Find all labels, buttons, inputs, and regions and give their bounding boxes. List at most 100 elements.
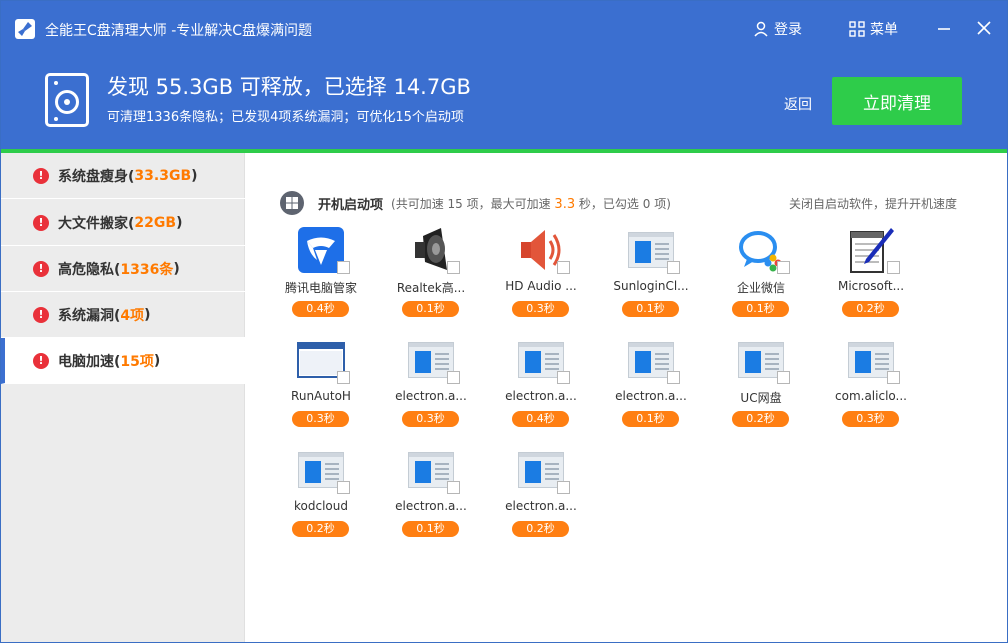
item-checkbox[interactable] bbox=[557, 371, 570, 384]
sidebar-item-label: 高危隐私( bbox=[58, 261, 121, 278]
sidebar-item-vulnerabilities[interactable]: ! 系统漏洞(4项) bbox=[1, 292, 245, 338]
startup-item[interactable]: UC网盘 0.2秒 bbox=[716, 335, 806, 437]
scan-subline: 可清理1336条隐私；已发现4项系统漏洞；可优化15个启动项 bbox=[107, 110, 464, 125]
startup-item[interactable]: Realtek高... 0.1秒 bbox=[386, 225, 476, 327]
login-button[interactable]: 登录 bbox=[753, 18, 802, 40]
startup-item[interactable]: com.aliclo... 0.3秒 bbox=[826, 335, 916, 437]
sidebar-item-label: 电脑加速( bbox=[58, 353, 121, 370]
app-window: 全能王C盘清理大师 -专业解决C盘爆满问题 登录 菜单 发现 55.3GB 可释… bbox=[0, 0, 1008, 643]
warning-icon: ! bbox=[33, 260, 49, 277]
item-checkbox[interactable] bbox=[887, 371, 900, 384]
clean-now-button[interactable]: 立即清理 bbox=[832, 77, 962, 125]
startup-item[interactable]: electron.a... 0.2秒 bbox=[496, 445, 586, 547]
title-bar: 全能王C盘清理大师 -专业解决C盘爆满问题 登录 菜单 bbox=[1, 1, 1007, 53]
startup-time-badge: 0.1秒 bbox=[732, 301, 789, 317]
warning-icon: ! bbox=[33, 352, 49, 369]
grid-menu-icon bbox=[849, 21, 865, 37]
startup-time-badge: 0.1秒 bbox=[402, 521, 459, 537]
startup-item-name: HD Audio ... bbox=[505, 279, 577, 293]
startup-item-name: Microsoft... bbox=[837, 279, 905, 293]
startup-item[interactable]: 企业微信 0.1秒 bbox=[716, 225, 806, 327]
startup-item-name: electron.a... bbox=[615, 389, 687, 403]
app-title: 全能王C盘清理大师 -专业解决C盘爆满问题 bbox=[45, 23, 313, 39]
sidebar-item-system-disk[interactable]: ! 系统盘瘦身(33.3GB) bbox=[1, 153, 245, 199]
startup-item-name: electron.a... bbox=[395, 389, 467, 403]
startup-item[interactable]: kodcloud 0.2秒 bbox=[276, 445, 366, 547]
broom-logo-icon bbox=[15, 19, 35, 39]
main-panel: 开机启动项 (共可加速 15 项，最大可加速 3.3 秒，已勾选 0 项) 关闭… bbox=[246, 153, 1007, 642]
startup-item[interactable]: SunloginCl... 0.1秒 bbox=[606, 225, 696, 327]
menu-label: 菜单 bbox=[870, 22, 898, 38]
section-header: 开机启动项 (共可加速 15 项，最大可加速 3.3 秒，已勾选 0 项) bbox=[280, 191, 671, 215]
startup-item[interactable]: electron.a... 0.4秒 bbox=[496, 335, 586, 437]
sidebar-item-label: 系统漏洞( bbox=[58, 307, 121, 324]
item-checkbox[interactable] bbox=[777, 261, 790, 274]
sidebar-item-large-files[interactable]: ! 大文件搬家(22GB) bbox=[1, 200, 245, 246]
login-label: 登录 bbox=[774, 22, 802, 38]
startup-time-badge: 0.4秒 bbox=[512, 411, 569, 427]
startup-item-name: Realtek高... bbox=[396, 281, 466, 295]
item-checkbox[interactable] bbox=[447, 261, 460, 274]
sidebar-item-count: 1336条 bbox=[120, 261, 174, 278]
startup-item[interactable]: electron.a... 0.3秒 bbox=[386, 335, 476, 437]
startup-time-badge: 0.1秒 bbox=[622, 411, 679, 427]
startup-time-badge: 0.2秒 bbox=[842, 301, 899, 317]
max-speedup-value: 3.3 bbox=[554, 196, 576, 212]
startup-item[interactable]: 腾讯电脑管家 0.4秒 bbox=[276, 225, 366, 327]
startup-time-badge: 0.2秒 bbox=[512, 521, 569, 537]
startup-item[interactable]: RunAutoH 0.3秒 bbox=[276, 335, 366, 437]
header: 全能王C盘清理大师 -专业解决C盘爆满问题 登录 菜单 发现 55.3GB 可释… bbox=[1, 1, 1007, 149]
startup-time-badge: 0.2秒 bbox=[292, 521, 349, 537]
startup-item[interactable]: Microsoft... 0.2秒 bbox=[826, 225, 916, 327]
user-icon bbox=[754, 21, 768, 37]
startup-time-badge: 0.3秒 bbox=[402, 411, 459, 427]
section-title: 开机启动项 bbox=[318, 197, 384, 213]
startup-time-badge: 0.4秒 bbox=[292, 301, 349, 317]
sidebar: ! 系统盘瘦身(33.3GB) ! 大文件搬家(22GB) ! 高危隐私(133… bbox=[1, 153, 245, 642]
startup-item-name: RunAutoH bbox=[291, 389, 351, 403]
startup-item[interactable]: electron.a... 0.1秒 bbox=[386, 445, 476, 547]
item-checkbox[interactable] bbox=[667, 261, 680, 274]
item-checkbox[interactable] bbox=[447, 371, 460, 384]
warning-icon: ! bbox=[33, 167, 49, 184]
startup-item-name: electron.a... bbox=[395, 499, 467, 513]
item-checkbox[interactable] bbox=[337, 481, 350, 494]
item-checkbox[interactable] bbox=[667, 371, 680, 384]
hard-disk-icon bbox=[45, 73, 89, 127]
sidebar-item-label: 系统盘瘦身( bbox=[58, 168, 135, 185]
minimize-icon[interactable] bbox=[935, 19, 953, 37]
sidebar-item-privacy[interactable]: ! 高危隐私(1336条) bbox=[1, 246, 245, 292]
startup-item[interactable]: HD Audio ... 0.3秒 bbox=[496, 225, 586, 327]
startup-time-badge: 0.3秒 bbox=[842, 411, 899, 427]
back-link[interactable]: 返回 bbox=[784, 94, 812, 114]
startup-item-name: electron.a... bbox=[505, 499, 577, 513]
sidebar-item-count: 22GB bbox=[134, 214, 177, 231]
section-info: (共可加速 15 项，最大可加速 3.3 秒，已勾选 0 项) bbox=[391, 196, 671, 212]
sidebar-item-count: 15项 bbox=[120, 353, 154, 370]
item-checkbox[interactable] bbox=[887, 261, 900, 274]
startup-item[interactable]: electron.a... 0.1秒 bbox=[606, 335, 696, 437]
sidebar-item-label: 大文件搬家( bbox=[58, 215, 135, 232]
sidebar-item-speedup[interactable]: ! 电脑加速(15项) bbox=[1, 338, 245, 384]
section-note: 关闭自启动软件，提升开机速度 bbox=[788, 197, 957, 211]
startup-time-badge: 0.1秒 bbox=[622, 301, 679, 317]
item-checkbox[interactable] bbox=[557, 261, 570, 274]
startup-item-name: kodcloud bbox=[294, 499, 348, 513]
startup-item-name: 腾讯电脑管家 bbox=[284, 281, 357, 295]
startup-item-name: electron.a... bbox=[505, 389, 577, 403]
close-icon[interactable] bbox=[975, 19, 993, 37]
warning-icon: ! bbox=[33, 214, 49, 231]
startup-item-name: UC网盘 bbox=[740, 391, 782, 405]
startup-time-badge: 0.1秒 bbox=[402, 301, 459, 317]
item-checkbox[interactable] bbox=[777, 371, 790, 384]
warning-icon: ! bbox=[33, 306, 49, 323]
menu-button[interactable]: 菜单 bbox=[849, 18, 898, 40]
startup-item-name: 企业微信 bbox=[736, 281, 785, 295]
item-checkbox[interactable] bbox=[337, 371, 350, 384]
item-checkbox[interactable] bbox=[447, 481, 460, 494]
startup-time-badge: 0.3秒 bbox=[292, 411, 349, 427]
sidebar-item-count: 33.3GB bbox=[134, 167, 192, 184]
item-checkbox[interactable] bbox=[557, 481, 570, 494]
scan-headline: 发现 55.3GB 可释放，已选择 14.7GB bbox=[107, 75, 471, 99]
item-checkbox[interactable] bbox=[337, 261, 350, 274]
